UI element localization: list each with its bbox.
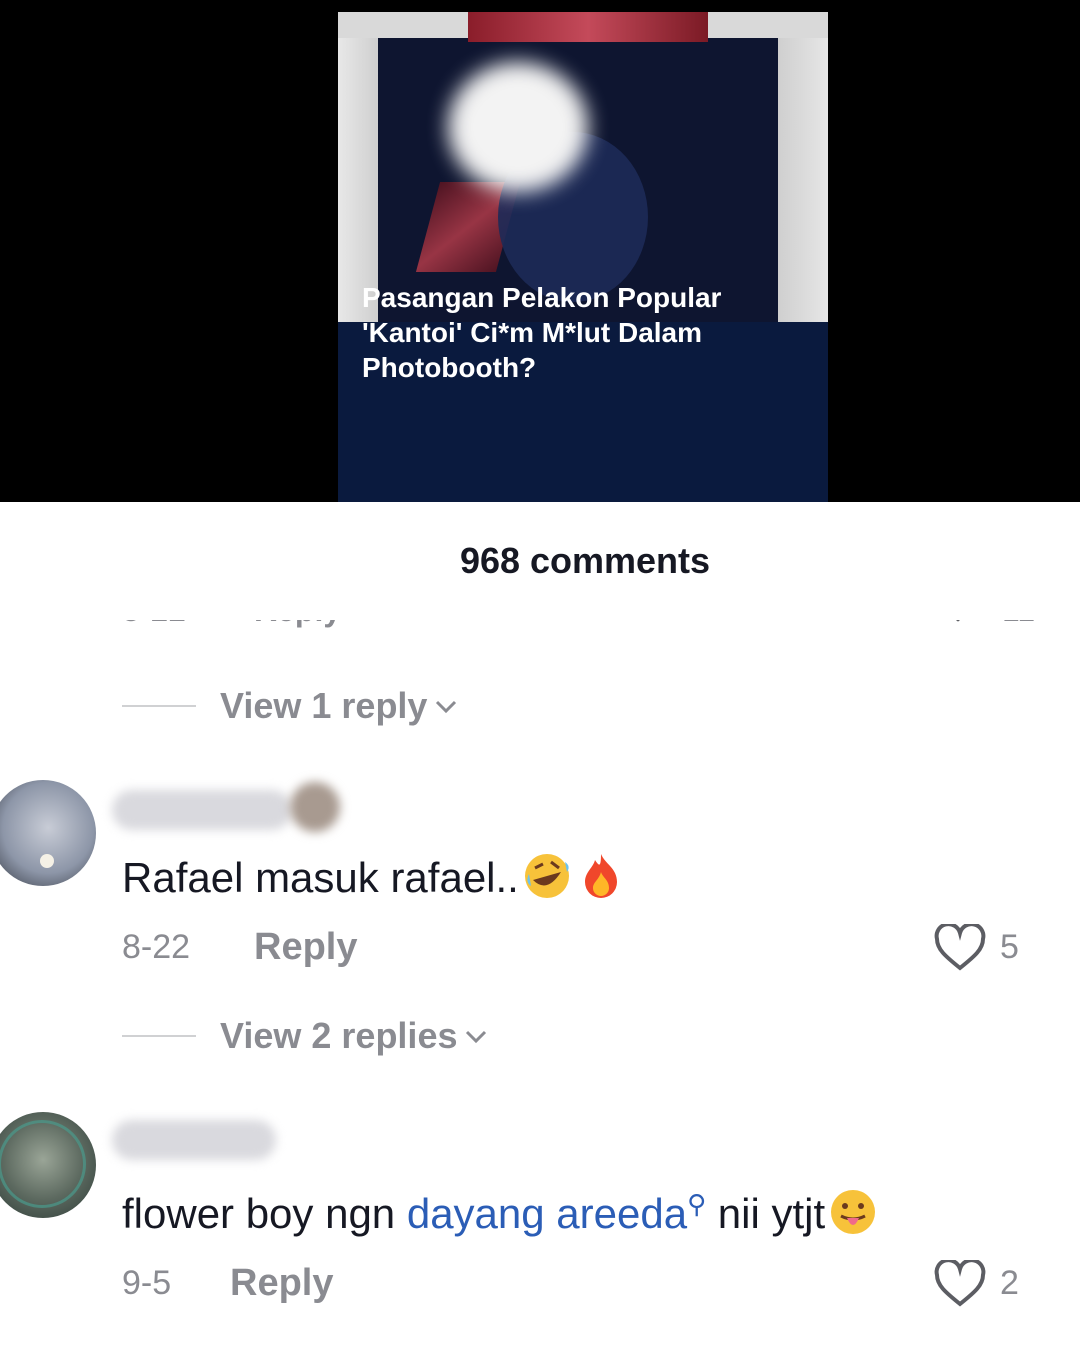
chevron-down-icon bbox=[436, 700, 457, 714]
comment-date: 8-22 bbox=[122, 928, 191, 966]
blurred-username-badge bbox=[290, 782, 340, 832]
comment-text: flower boy ngn dayang areeda⚲ nii ytjt bbox=[122, 1186, 879, 1238]
reply-button[interactable]: Reply bbox=[230, 1262, 333, 1305]
like-count: 5 bbox=[1000, 928, 1019, 966]
divider-line bbox=[122, 705, 196, 707]
heart-icon[interactable] bbox=[934, 924, 986, 972]
view-replies-label: View 2 replies bbox=[220, 1015, 458, 1056]
face-with-tongue-emoji bbox=[831, 1190, 876, 1234]
divider-line bbox=[122, 1035, 196, 1037]
blurred-username[interactable] bbox=[112, 1120, 276, 1160]
view-replies-button[interactable]: View 1 reply bbox=[122, 684, 459, 728]
chevron-down-icon bbox=[466, 1030, 487, 1044]
rolling-on-floor-laughing-emoji bbox=[524, 854, 569, 898]
avatar[interactable] bbox=[0, 1112, 96, 1218]
reply-button[interactable]: Reply bbox=[254, 926, 357, 969]
comments-count-header: 968 comments bbox=[459, 540, 711, 581]
mention-link[interactable]: dayang areeda⚲ bbox=[407, 1189, 707, 1237]
like-count: 2 bbox=[1000, 1264, 1019, 1302]
comment-text: Rafael masuk rafael.. bbox=[122, 850, 627, 902]
blurred-username[interactable] bbox=[112, 790, 292, 830]
avatar[interactable] bbox=[0, 780, 96, 886]
view-replies-label: View 1 reply bbox=[220, 685, 428, 726]
video-thumbnail[interactable]: Pasangan Pelakon Popular 'Kantoi' Ci*m M… bbox=[338, 12, 828, 502]
search-icon: ⚲ bbox=[687, 1189, 707, 1219]
fire-emoji bbox=[584, 854, 617, 898]
view-replies-button[interactable]: View 2 replies bbox=[122, 1014, 489, 1058]
heart-icon[interactable] bbox=[934, 1260, 986, 1308]
previous-comment-meta: 8-22 Reply 11 bbox=[0, 600, 1080, 640]
video-player[interactable]: Pasangan Pelakon Popular 'Kantoi' Ci*m M… bbox=[0, 0, 1080, 502]
blurred-face bbox=[448, 62, 588, 192]
comment-date: 9-5 bbox=[122, 1264, 172, 1302]
video-title: Pasangan Pelakon Popular 'Kantoi' Ci*m M… bbox=[362, 282, 722, 383]
thumbnail-photo bbox=[338, 12, 828, 322]
